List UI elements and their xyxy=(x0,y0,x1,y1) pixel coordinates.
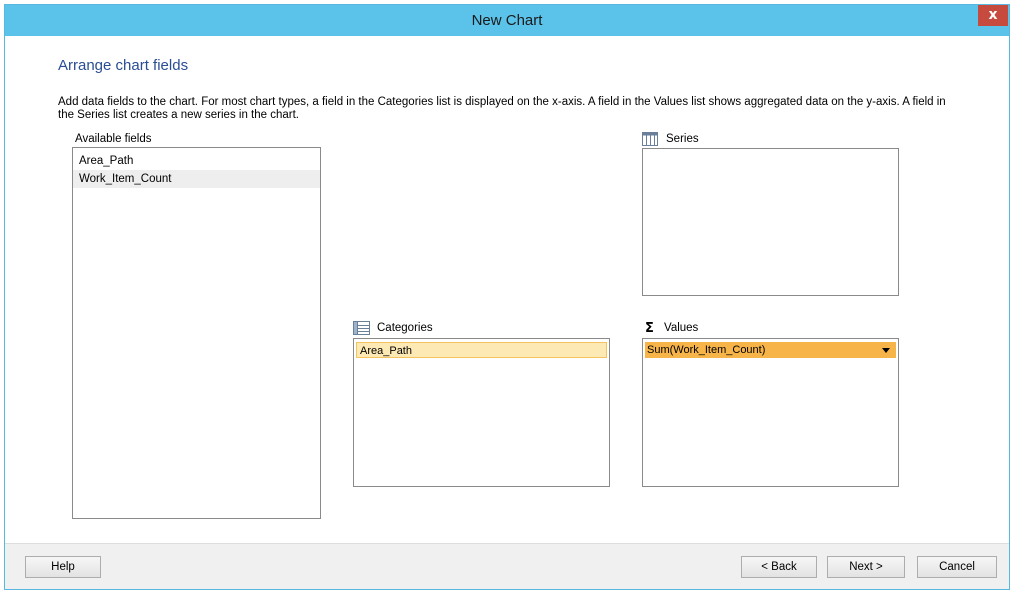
values-label: Values xyxy=(664,322,699,334)
list-icon xyxy=(353,321,370,335)
series-list[interactable] xyxy=(642,148,899,296)
categories-list[interactable]: Area_Path xyxy=(353,338,610,487)
title-bar: New Chart x xyxy=(5,5,1009,36)
page-description: Add data fields to the chart. For most c… xyxy=(58,96,946,121)
value-field-label: Sum(Work_Item_Count) xyxy=(647,344,766,356)
next-button[interactable]: Next > xyxy=(827,556,905,578)
available-fields-label: Available fields xyxy=(75,133,152,145)
value-field-chip[interactable]: Sum(Work_Item_Count) xyxy=(645,342,896,358)
list-item[interactable]: Work_Item_Count xyxy=(73,170,320,188)
list-item[interactable]: Area_Path xyxy=(73,152,320,170)
categories-label: Categories xyxy=(377,322,433,334)
window-title: New Chart xyxy=(471,12,543,29)
values-list[interactable]: Sum(Work_Item_Count) xyxy=(642,338,899,487)
chevron-down-icon[interactable] xyxy=(882,348,890,353)
page-heading: Arrange chart fields xyxy=(58,57,189,74)
back-button[interactable]: < Back xyxy=(741,556,817,578)
dialog-footer: Help < Back Next > Cancel xyxy=(5,543,1009,589)
new-chart-dialog: New Chart x Arrange chart fields Add dat… xyxy=(4,4,1010,590)
cancel-button[interactable]: Cancel xyxy=(917,556,997,578)
category-field-chip[interactable]: Area_Path xyxy=(356,342,607,358)
series-label: Series xyxy=(666,133,699,145)
help-button[interactable]: Help xyxy=(25,556,101,578)
available-fields-list[interactable]: Area_Path Work_Item_Count xyxy=(72,147,321,519)
table-icon xyxy=(642,132,658,146)
close-button[interactable]: x xyxy=(978,5,1008,26)
sigma-icon: Σ xyxy=(645,321,654,336)
